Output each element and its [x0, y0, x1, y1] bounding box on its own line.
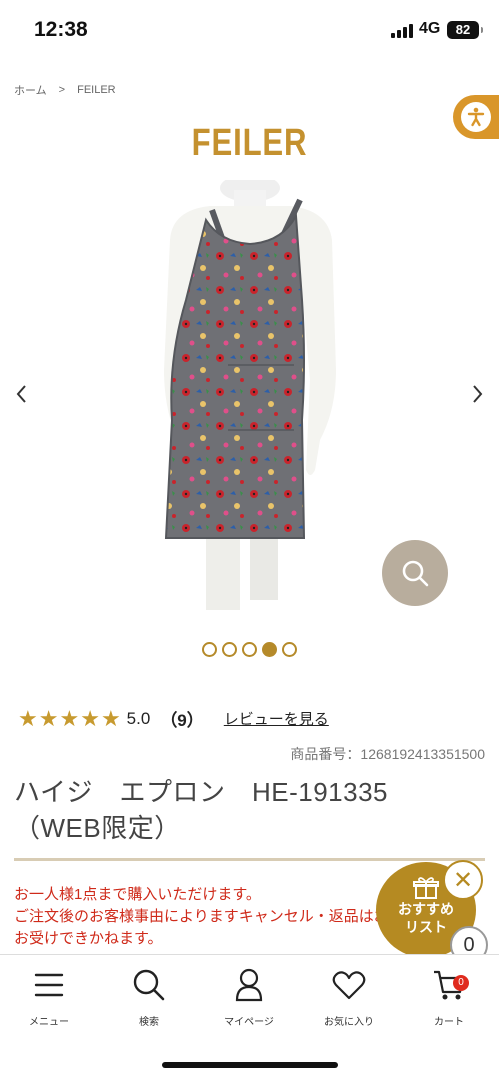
rating-count: （9） [160, 711, 204, 730]
star-icon: ★ [38, 705, 59, 731]
battery-icon: 82 [447, 21, 483, 39]
star-icon: ★ [59, 705, 80, 731]
star-icon: ★ [18, 705, 38, 731]
nav-mypage-label: マイページ [224, 1017, 274, 1028]
brand-logo[interactable]: FEILER [45, 122, 454, 165]
carousel-dot[interactable] [262, 642, 277, 657]
recommend-label-2: リスト [405, 919, 447, 935]
magnifier-icon [402, 560, 429, 587]
product-image[interactable] [110, 174, 390, 610]
cart-icon [409, 967, 489, 1003]
rating-row: ★ ★ ★ ★ ★ 5.0 （9） レビューを見る [18, 706, 329, 731]
nav-cart-label: カート [434, 1017, 464, 1028]
close-recommend-button[interactable]: ✕ [443, 860, 483, 900]
nav-search[interactable]: 検索 [109, 967, 189, 1028]
product-code: 商品番号：1268192413351500 [290, 746, 485, 762]
zoom-button[interactable] [382, 540, 448, 606]
status-time: 12:38 [34, 18, 88, 41]
close-icon: ✕ [452, 866, 474, 894]
star-icon: ★ [80, 705, 100, 731]
review-link[interactable]: レビューを見る [224, 708, 329, 729]
breadcrumb-current[interactable]: FEILER [77, 84, 116, 96]
home-indicator [162, 1062, 338, 1068]
carousel-dot[interactable] [282, 642, 297, 657]
carousel-prev-arrow[interactable] [12, 382, 32, 406]
nav-favorites-label: お気に入り [324, 1017, 374, 1028]
nav-favorites[interactable]: お気に入り [309, 967, 389, 1028]
divider [14, 858, 485, 861]
carousel-dot[interactable] [242, 642, 257, 657]
star-icon: ★ [100, 705, 121, 731]
breadcrumb: ホーム > FEILER [14, 82, 116, 98]
nav-menu[interactable]: メニュー [9, 967, 89, 1028]
cart-count-badge: 0 [453, 975, 469, 991]
carousel-next-arrow[interactable] [467, 382, 487, 406]
network-type: 4G [419, 20, 441, 37]
user-icon [209, 967, 289, 1003]
nav-mypage[interactable]: マイページ [209, 967, 289, 1028]
accessibility-button[interactable] [453, 95, 499, 139]
product-title: ハイジ エプロン HE-191335 （WEB限定） [14, 777, 389, 843]
nav-cart[interactable]: 0 カート [409, 967, 489, 1028]
status-bar: 12:38 4G 82 [0, 0, 499, 62]
nav-menu-label: メニュー [29, 1017, 69, 1028]
breadcrumb-separator: > [58, 84, 66, 96]
carousel-dot[interactable] [222, 642, 237, 657]
search-icon [109, 967, 189, 1003]
gift-icon [413, 877, 439, 899]
menu-icon [9, 967, 89, 1003]
star-rating: ★ ★ ★ ★ ★ [18, 705, 121, 731]
nav-search-label: 検索 [139, 1017, 159, 1028]
carousel-dot[interactable] [202, 642, 217, 657]
accessibility-icon [461, 102, 491, 132]
carousel-dots [0, 642, 499, 657]
recommend-label-1: おすすめ [398, 901, 454, 917]
signal-icon [391, 24, 413, 38]
breadcrumb-home[interactable]: ホーム [14, 82, 47, 98]
heart-icon [309, 967, 389, 1003]
rating-score: 5.0 [126, 708, 151, 728]
